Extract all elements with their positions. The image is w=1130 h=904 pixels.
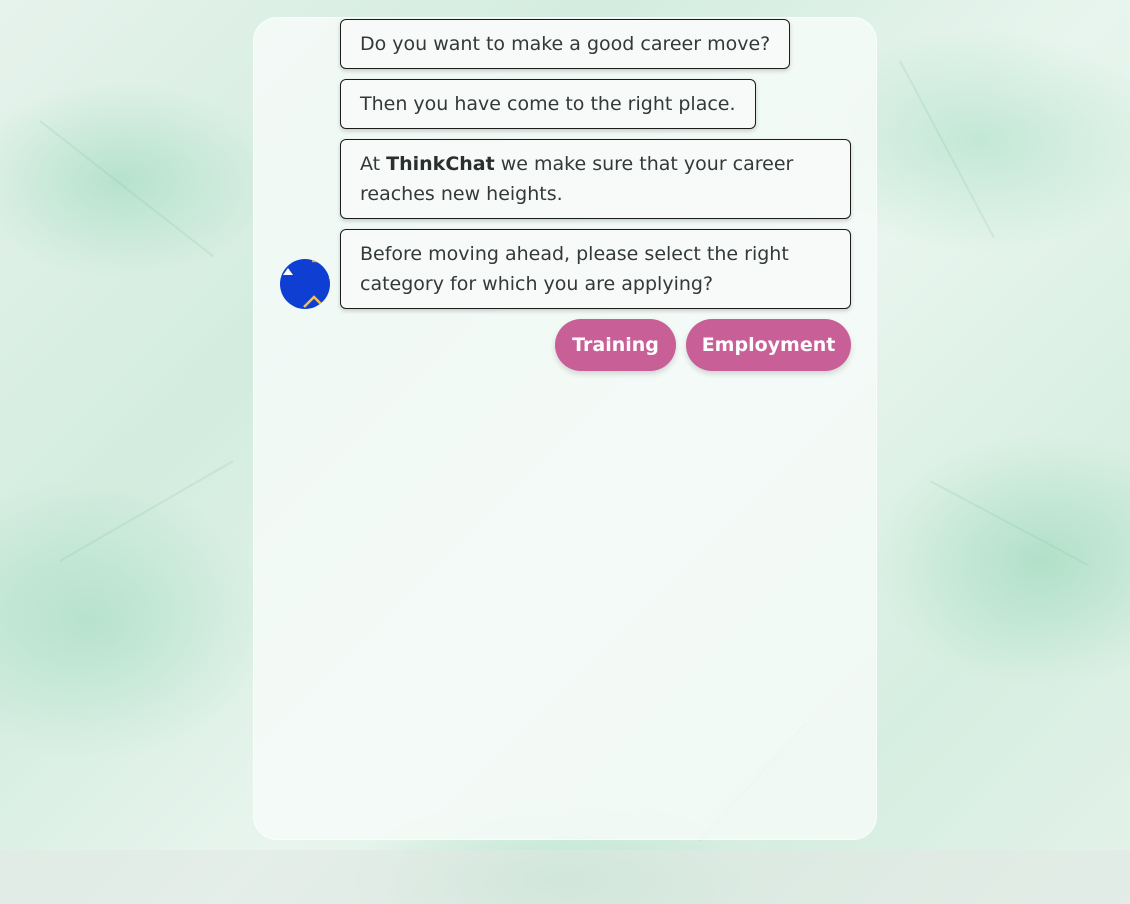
page-background: Do you want to make a good career move? …	[0, 0, 1130, 904]
paper-crease	[929, 480, 1090, 567]
employment-button[interactable]: Employment	[686, 319, 851, 371]
paper-crease	[899, 60, 995, 239]
bot-message: Do you want to make a good career move?	[340, 19, 791, 69]
footer-band	[0, 850, 1130, 904]
bot-message: Then you have come to the right place.	[340, 79, 756, 129]
bot-message: At ThinkChat we make sure that your care…	[340, 139, 851, 219]
paper-crease	[59, 460, 234, 562]
bot-message-text: Before moving ahead, please select the r…	[360, 243, 789, 295]
bot-avatar-icon	[280, 259, 330, 309]
bot-message-text: Do you want to make a good career move?	[360, 33, 771, 55]
bot-message-text: Then you have come to the right place.	[360, 93, 736, 115]
bot-message: Before moving ahead, please select the r…	[340, 229, 851, 309]
bot-message-prefix: At	[360, 153, 387, 175]
paper-crease	[39, 120, 214, 258]
training-button[interactable]: Training	[555, 319, 676, 371]
brand-name: ThinkChat	[386, 153, 495, 175]
chat-panel: Do you want to make a good career move? …	[253, 17, 877, 840]
